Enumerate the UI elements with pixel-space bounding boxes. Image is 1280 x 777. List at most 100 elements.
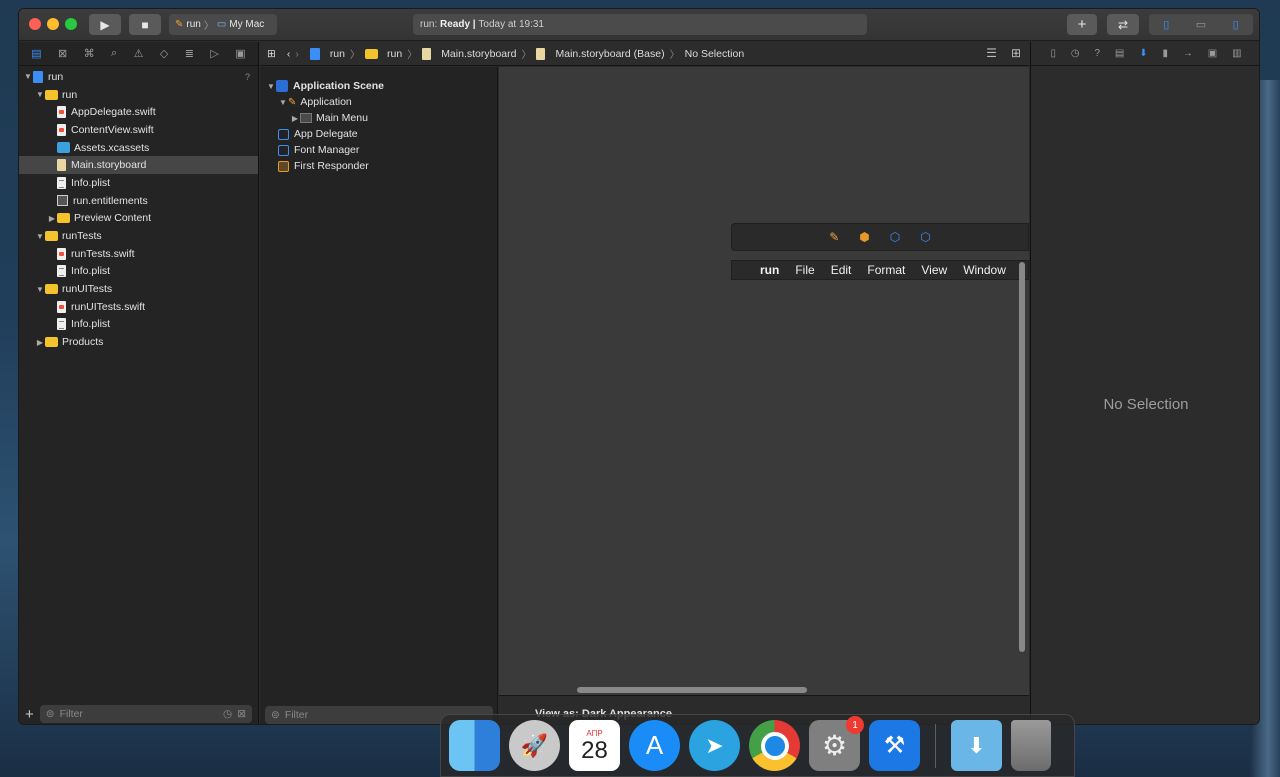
related-items-icon[interactable]: ⊞: [267, 48, 276, 60]
navigator-item[interactable]: ▼ run: [19, 86, 258, 104]
attributes-icon[interactable]: ⬇: [1139, 48, 1147, 59]
disclosure-right-icon[interactable]: ▶: [47, 214, 57, 223]
first-responder-icon[interactable]: ⬢: [859, 230, 869, 244]
help-icon[interactable]: ?: [1094, 48, 1100, 59]
app-store-icon[interactable]: A: [629, 720, 680, 771]
calendar-icon[interactable]: АПР 28: [569, 720, 620, 771]
minimize-window-button[interactable]: [47, 18, 59, 30]
navigator-item[interactable]: Assets.xcassets: [19, 139, 258, 157]
app-delegate-icon[interactable]: ⬡: [890, 230, 900, 244]
connections-icon[interactable]: →: [1183, 48, 1193, 59]
crumb-localization[interactable]: Main.storyboard (Base): [555, 48, 664, 60]
toggle-inspector-icon[interactable]: ▯: [1218, 14, 1253, 35]
test-icon[interactable]: ◇: [160, 47, 168, 60]
chrome-icon[interactable]: [749, 720, 800, 771]
forward-icon[interactable]: ›: [295, 48, 299, 60]
folder-icon[interactable]: ▤: [31, 47, 41, 60]
storyboard-canvas[interactable]: ✎ ⬢ ⬡ ⬡ run File Edit Format View Window: [499, 67, 1029, 695]
disclosure-right-icon[interactable]: ▶: [290, 114, 300, 123]
menu-view[interactable]: View: [913, 263, 955, 277]
scene-row[interactable]: ▼ Application Scene: [260, 78, 497, 94]
zoom-window-button[interactable]: [65, 18, 77, 30]
disclosure-down-icon[interactable]: ▼: [278, 98, 288, 107]
downloads-folder-icon[interactable]: ⬇: [951, 720, 1002, 771]
disclosure-down-icon[interactable]: ▼: [35, 285, 45, 294]
xcode-icon[interactable]: ⚒: [869, 720, 920, 771]
navigator-item[interactable]: ▶ Products: [19, 333, 258, 351]
source-control-icon[interactable]: ⊠: [58, 47, 67, 60]
navigator-item[interactable]: Info.plist: [19, 316, 258, 334]
debug-icon[interactable]: ≣: [185, 47, 194, 60]
navigator-item[interactable]: AppDelegate.swift: [19, 103, 258, 121]
library-button[interactable]: +: [1067, 14, 1097, 35]
folder-icon: [45, 231, 58, 242]
main-menu-bar[interactable]: run File Edit Format View Window: [731, 260, 1029, 280]
navigator-item[interactable]: Info.plist: [19, 174, 258, 192]
crumb-project[interactable]: run: [330, 48, 345, 60]
crumb-folder[interactable]: run: [387, 48, 402, 60]
warning-icon[interactable]: ⚠: [134, 47, 144, 60]
size-icon[interactable]: ▮: [1162, 48, 1168, 59]
close-window-button[interactable]: [29, 18, 41, 30]
breakpoint-icon[interactable]: ▷: [210, 47, 218, 60]
navigator-item[interactable]: runUITests.swift: [19, 298, 258, 316]
menu-edit[interactable]: Edit: [823, 263, 860, 277]
font-manager-icon[interactable]: ⬡: [920, 230, 930, 244]
scheme-selector[interactable]: ✎ run 〉 ▭ My Mac: [169, 14, 277, 35]
crumb-file[interactable]: Main.storyboard: [441, 48, 516, 60]
back-icon[interactable]: ‹: [287, 48, 291, 60]
identity-icon[interactable]: ▤: [1115, 48, 1124, 59]
navigator-item[interactable]: ▼ runUITests: [19, 280, 258, 298]
symbol-icon[interactable]: ⌘: [84, 47, 95, 60]
effects-icon[interactable]: ▥: [1232, 48, 1241, 59]
outline-item[interactable]: ▼ ✎ Application: [260, 94, 497, 110]
scm-filter-icon[interactable]: ⊠: [237, 708, 246, 720]
launchpad-icon[interactable]: 🚀: [509, 720, 560, 771]
navigator-filter-field[interactable]: ⊜ Filter ◷ ⊠: [39, 705, 252, 723]
trash-icon[interactable]: [1011, 720, 1051, 771]
system-preferences-icon[interactable]: ⚙ 1: [809, 716, 864, 771]
scene-dock[interactable]: ✎ ⬢ ⬡ ⬡: [731, 223, 1029, 251]
run-button[interactable]: ▶: [89, 14, 121, 35]
outline-item[interactable]: ▶ Main Menu: [260, 110, 497, 126]
editor-options-icon[interactable]: ☰: [986, 46, 997, 60]
menu-file[interactable]: File: [787, 263, 822, 277]
search-icon[interactable]: ⌕: [111, 47, 117, 60]
telegram-icon[interactable]: ➤: [689, 720, 740, 771]
history-icon[interactable]: ◷: [1071, 48, 1080, 59]
disclosure-down-icon[interactable]: ▼: [266, 82, 276, 91]
disclosure-right-icon[interactable]: ▶: [35, 338, 45, 347]
disclosure-down-icon[interactable]: ▼: [23, 72, 33, 81]
navigator-item[interactable]: Main.storyboard: [19, 156, 258, 175]
app-icon[interactable]: ✎: [829, 230, 839, 244]
file-inspector-icon[interactable]: ▯: [1050, 48, 1056, 59]
navigator-item[interactable]: ▼ run?: [19, 68, 258, 86]
horizontal-scrollbar[interactable]: [577, 687, 807, 693]
navigator-item[interactable]: runTests.swift: [19, 245, 258, 263]
outline-item[interactable]: First Responder: [260, 158, 497, 174]
outline-item[interactable]: Font Manager: [260, 142, 497, 158]
report-icon[interactable]: ▣: [235, 47, 245, 60]
add-icon[interactable]: +: [25, 706, 34, 723]
menu-window[interactable]: Window: [955, 263, 1014, 277]
navigator-item[interactable]: run.entitlements: [19, 192, 258, 210]
navigator-item[interactable]: ▶ Preview Content: [19, 210, 258, 228]
disclosure-down-icon[interactable]: ▼: [35, 90, 45, 99]
navigator-item[interactable]: ▼ runTests: [19, 227, 258, 245]
code-review-button[interactable]: ⇄: [1107, 14, 1139, 35]
crumb-selection[interactable]: No Selection: [685, 48, 745, 60]
toggle-debug-area-icon[interactable]: ▭: [1184, 14, 1219, 35]
bindings-icon[interactable]: ▣: [1208, 48, 1217, 59]
finder-icon[interactable]: [449, 720, 500, 771]
menu-format[interactable]: Format: [859, 263, 913, 277]
stop-button[interactable]: ■: [129, 14, 161, 35]
recent-icon[interactable]: ◷: [223, 708, 232, 720]
toggle-navigator-icon[interactable]: ▯: [1149, 14, 1184, 35]
add-editor-icon[interactable]: ⊞: [1011, 46, 1021, 60]
navigator-item[interactable]: ContentView.swift: [19, 121, 258, 139]
navigator-item[interactable]: Info.plist: [19, 263, 258, 281]
disclosure-down-icon[interactable]: ▼: [35, 232, 45, 241]
outline-item[interactable]: App Delegate: [260, 126, 497, 142]
menu-app[interactable]: run: [732, 263, 787, 277]
vertical-scrollbar[interactable]: [1019, 262, 1025, 652]
